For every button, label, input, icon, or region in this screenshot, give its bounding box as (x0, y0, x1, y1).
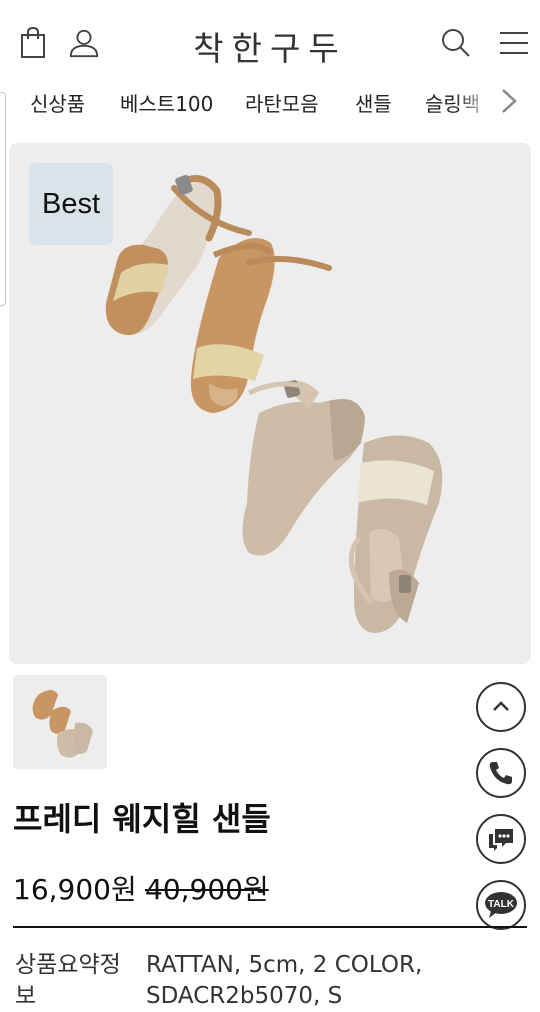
nav-fade (455, 82, 495, 120)
kakao-talk-icon: TALK (485, 892, 517, 918)
phone-icon (489, 762, 512, 785)
scroll-top-button[interactable] (476, 682, 526, 732)
product-thumbnail[interactable] (13, 675, 107, 769)
sale-price: 16,900원 (13, 873, 137, 906)
nav-item-sandals[interactable]: 샌들 (355, 88, 392, 117)
chat-icon (489, 829, 513, 851)
call-button[interactable] (476, 748, 526, 798)
category-nav: 신상품 베스트100 라탄모음 샌들 슬링백 (0, 82, 540, 120)
product-main-image[interactable]: Best (9, 143, 531, 664)
summary-label: 상품요약정보 (15, 952, 121, 1009)
menu-icon[interactable] (498, 26, 530, 60)
nav-item-new[interactable]: 신상품 (30, 88, 85, 117)
chat-button[interactable] (476, 814, 526, 864)
chevron-up-icon (493, 701, 509, 711)
kakao-talk-button[interactable]: TALK (476, 880, 526, 930)
nav-item-rattan[interactable]: 라탄모음 (245, 88, 319, 117)
summary-value: RATTAN, 5cm, 2 COLOR, SDACR2b5070, S (146, 952, 423, 1009)
side-drawer-edge[interactable] (0, 92, 6, 306)
original-price: 40,900원 (145, 873, 269, 906)
kakao-talk-label: TALK (488, 899, 515, 910)
divider (13, 926, 527, 928)
search-icon[interactable] (440, 26, 472, 60)
thumbnail-sandals-image (32, 690, 93, 758)
product-name: 프레디 웨지힐 샌들 (13, 800, 271, 838)
chevron-right-icon[interactable] (494, 86, 524, 116)
header: 착한구두 (0, 0, 540, 82)
nav-item-best100[interactable]: 베스트100 (120, 88, 213, 117)
best-badge: Best (29, 163, 113, 245)
